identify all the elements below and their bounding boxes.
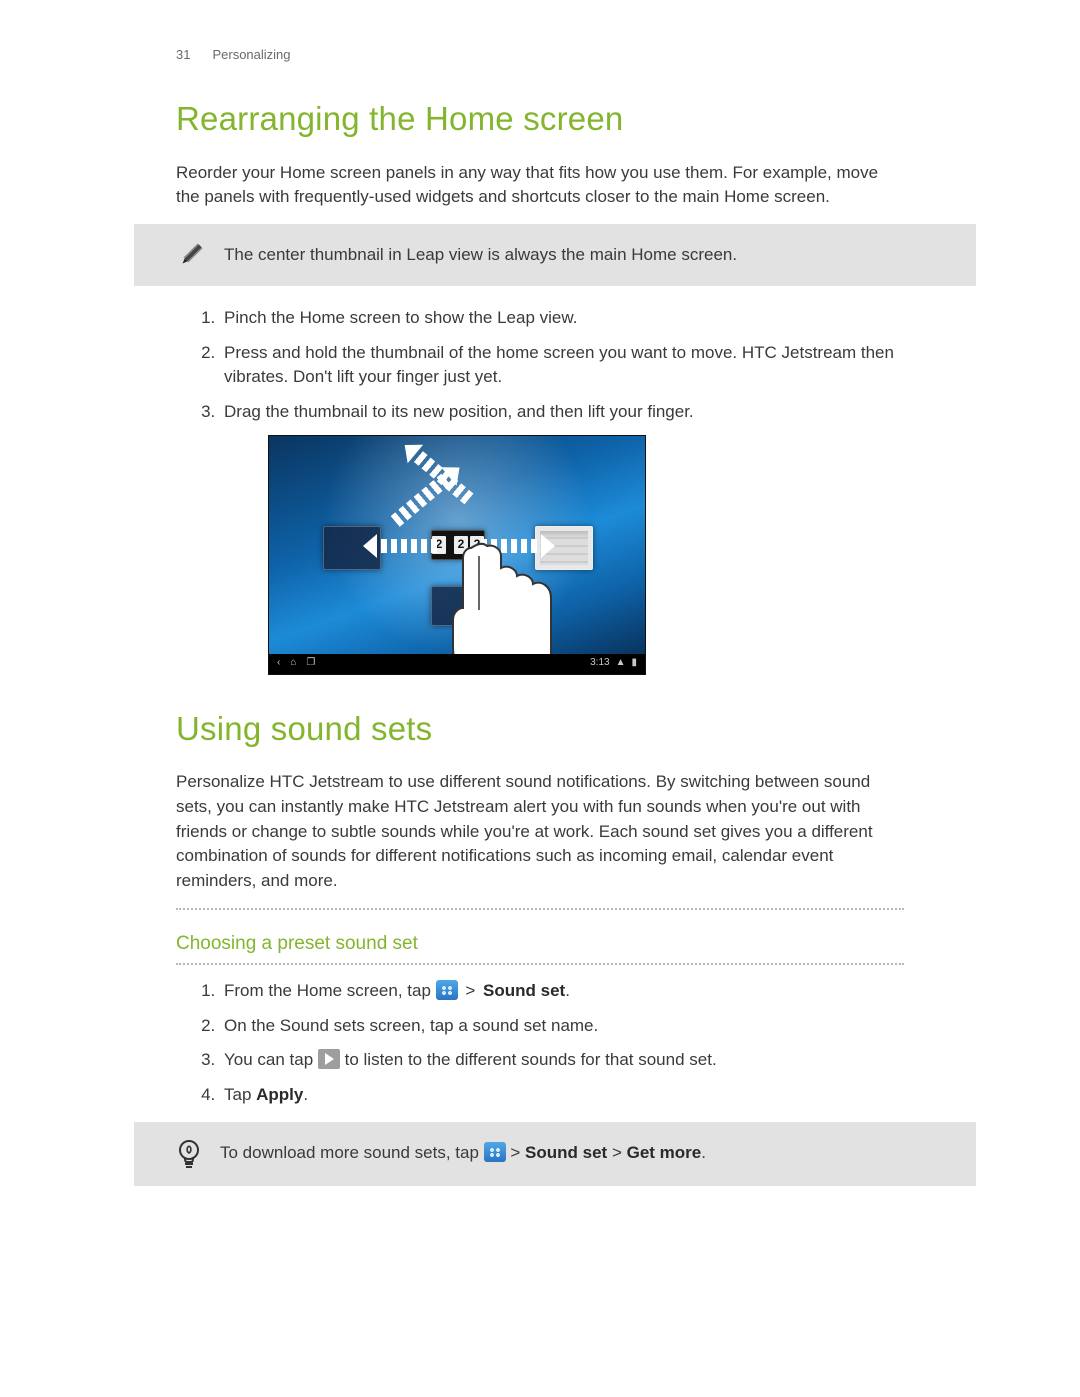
personalize-icon (484, 1142, 506, 1162)
divider (176, 963, 904, 965)
pencil-icon (176, 240, 206, 270)
arrow-icon (377, 539, 437, 553)
sub-heading: Choosing a preset sound set (176, 930, 904, 958)
intro-paragraph: Reorder your Home screen panels in any w… (176, 161, 904, 210)
step-item: From the Home screen, tap > Sound set. (220, 979, 904, 1004)
divider (176, 908, 904, 910)
status-bar: ‹⌂❐ 3:13 ▲▮ (269, 654, 645, 674)
step-item: You can tap to listen to the different s… (220, 1048, 904, 1073)
lightbulb-icon (176, 1138, 202, 1170)
step-item: Drag the thumbnail to its new position, … (220, 400, 904, 675)
section-rearranging: Rearranging the Home screen Reorder your… (0, 95, 1080, 210)
tip-text: To download more sound sets, tap > Sound… (220, 1141, 706, 1166)
intro-paragraph: Personalize HTC Jetstream to use differe… (176, 770, 904, 893)
chapter-name: Personalizing (212, 46, 290, 65)
note-box: The center thumbnail in Leap view is alw… (134, 224, 976, 286)
step-item: Press and hold the thumbnail of the home… (220, 341, 904, 390)
document-page: 31 Personalizing Rearranging the Home sc… (0, 0, 1080, 1186)
section-title: Rearranging the Home screen (176, 95, 904, 143)
step-item: Pinch the Home screen to show the Leap v… (220, 306, 904, 331)
personalize-icon (436, 980, 458, 1000)
leap-view-illustration: 222 ‹⌂❐ (268, 435, 646, 675)
step-item: On the Sound sets screen, tap a sound se… (220, 1014, 904, 1039)
section-title: Using sound sets (176, 705, 904, 753)
note-text: The center thumbnail in Leap view is alw… (224, 243, 737, 268)
play-icon (318, 1049, 340, 1069)
status-time: 3:13 (590, 656, 609, 671)
section-sound-sets: Using sound sets Personalize HTC Jetstre… (0, 705, 1080, 1108)
steps-list: Pinch the Home screen to show the Leap v… (176, 306, 904, 675)
tip-box: To download more sound sets, tap > Sound… (134, 1122, 976, 1186)
step-item: Tap Apply. (220, 1083, 904, 1108)
steps-list: From the Home screen, tap > Sound set. O… (176, 979, 904, 1108)
page-number: 31 (176, 46, 190, 65)
page-header: 31 Personalizing (0, 0, 1080, 65)
